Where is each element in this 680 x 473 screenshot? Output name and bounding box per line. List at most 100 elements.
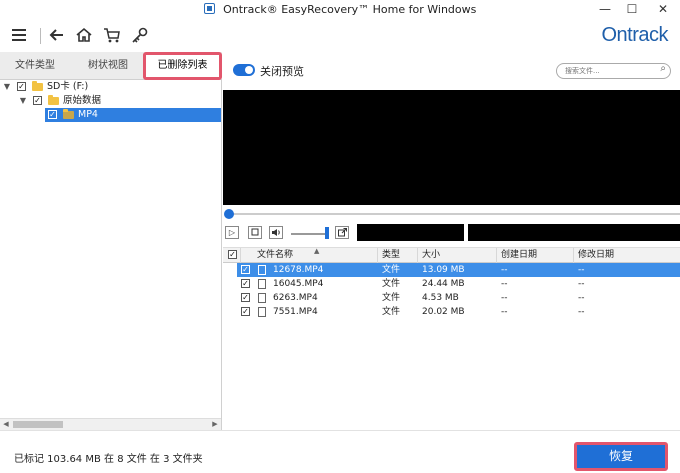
column-header-type[interactable]: 类型: [378, 248, 418, 263]
status-text: 已标记 103.64 MB 在 8 文件 在 3 文件夹: [14, 454, 203, 465]
preview-toggle[interactable]: [233, 64, 255, 76]
tree-item-raw-data[interactable]: ▼ ✓ 原始数据: [0, 94, 221, 108]
home-icon[interactable]: [74, 26, 94, 46]
sort-icon: ▲: [314, 247, 320, 255]
view-tabs: 文件类型 树状视图 已删除列表: [0, 52, 222, 80]
row-checkbox[interactable]: ✓: [241, 265, 250, 274]
cell-created: --: [501, 307, 508, 317]
search-box[interactable]: ⌕: [556, 63, 671, 79]
collapse-icon[interactable]: ▼: [18, 94, 28, 108]
volume-track[interactable]: [291, 233, 327, 235]
popout-icon[interactable]: [335, 226, 349, 239]
row-checkbox[interactable]: ✓: [241, 293, 250, 302]
volume-handle[interactable]: [325, 227, 329, 239]
table-row[interactable]: ✓ 12678.MP4 文件 13.09 MB -- --: [237, 263, 680, 277]
cell-type: 文件: [382, 293, 401, 303]
cell-size: 4.53 MB: [422, 293, 459, 303]
time-display: [357, 224, 464, 241]
tree-item-label: SD卡 (F:): [47, 81, 89, 92]
seek-bar[interactable]: [223, 209, 680, 219]
cell-size: 24.44 MB: [422, 279, 465, 289]
tree-item-mp4[interactable]: ✓ MP4: [45, 108, 221, 122]
tab-file-type[interactable]: 文件类型: [0, 52, 70, 80]
file-icon: [258, 293, 266, 303]
select-all-checkbox[interactable]: ✓: [228, 250, 237, 259]
key-icon[interactable]: [130, 26, 150, 46]
file-icon: [258, 265, 266, 275]
stop-icon[interactable]: [248, 226, 262, 239]
cell-size: 13.09 MB: [422, 265, 465, 275]
cell-name: 16045.MP4: [273, 279, 324, 289]
cell-name: 12678.MP4: [273, 265, 324, 275]
play-icon[interactable]: ▷: [225, 226, 239, 239]
toolbar: Ontrack: [0, 20, 680, 52]
horizontal-scrollbar[interactable]: ◀ ▶: [0, 418, 221, 430]
folder-icon: [32, 81, 43, 91]
search-icon[interactable]: ⌕: [660, 63, 666, 74]
window-title-wrap: Ontrack® EasyRecovery™ Home for Windows: [0, 3, 680, 16]
checkbox[interactable]: ✓: [48, 110, 57, 119]
maximize-button[interactable]: ☐: [617, 0, 647, 20]
tab-tree-view[interactable]: 树状视图: [73, 52, 143, 80]
tab-deleted-list[interactable]: 已删除列表: [143, 52, 222, 80]
column-header-modified[interactable]: 修改日期: [574, 248, 680, 263]
title-bar: Ontrack® EasyRecovery™ Home for Windows …: [0, 0, 680, 20]
collapse-icon[interactable]: ▼: [2, 80, 12, 94]
player-controls: ▷: [223, 224, 680, 242]
table-row[interactable]: ✓ 6263.MP4 文件 4.53 MB -- --: [237, 291, 680, 305]
cell-modified: --: [578, 279, 585, 289]
table-row[interactable]: ✓ 16045.MP4 文件 24.44 MB -- --: [237, 277, 680, 291]
footer: 已标记 103.64 MB 在 8 文件 在 3 文件夹 恢复: [0, 430, 680, 473]
toolbar-divider: [40, 28, 41, 44]
cell-size: 20.02 MB: [422, 307, 465, 317]
folder-icon: [48, 95, 59, 105]
row-checkbox[interactable]: ✓: [241, 279, 250, 288]
tree-item-label: 原始数据: [63, 95, 102, 106]
column-header-size[interactable]: 大小: [418, 248, 497, 263]
scrollbar-thumb[interactable]: [13, 421, 63, 428]
seek-handle[interactable]: [224, 209, 234, 219]
right-panel: 关闭预览 ⌕ ▷ ✓ 文件名称 ▲ 类型 大小: [223, 52, 680, 430]
checkbox[interactable]: ✓: [17, 82, 26, 91]
cart-icon[interactable]: [102, 26, 122, 46]
close-button[interactable]: ✕: [648, 0, 678, 20]
cell-type: 文件: [382, 307, 401, 317]
column-header-name[interactable]: 文件名称 ▲: [241, 247, 378, 263]
file-icon: [258, 307, 266, 317]
cell-created: --: [501, 265, 508, 275]
cell-type: 文件: [382, 279, 401, 289]
folder-tree: ▼ ✓ SD卡 (F:) ▼ ✓ 原始数据 ✓ MP4: [0, 80, 221, 122]
menu-icon[interactable]: [9, 26, 29, 46]
scroll-right-icon[interactable]: ▶: [209, 419, 221, 430]
cell-modified: --: [578, 265, 585, 275]
tree-item-label: MP4: [78, 109, 98, 120]
table-row[interactable]: ✓ 7551.MP4 文件 20.02 MB -- --: [237, 305, 680, 319]
restore-button[interactable]: 恢复: [574, 442, 668, 471]
checkbox[interactable]: ✓: [33, 96, 42, 105]
cell-modified: --: [578, 307, 585, 317]
scroll-left-icon[interactable]: ◀: [0, 419, 12, 430]
cell-modified: --: [578, 293, 585, 303]
row-checkbox[interactable]: ✓: [241, 307, 250, 316]
search-input[interactable]: [565, 65, 653, 77]
column-header-created[interactable]: 创建日期: [497, 248, 574, 263]
tree-item-sd-card[interactable]: ▼ ✓ SD卡 (F:): [0, 80, 221, 94]
app-logo-icon: [203, 3, 215, 14]
column-label: 文件名称: [257, 250, 294, 260]
seek-track[interactable]: [229, 213, 680, 215]
info-display: [468, 224, 680, 241]
volume-icon[interactable]: [269, 226, 283, 239]
preview-toggle-label: 关闭预览: [260, 65, 304, 78]
brand-logo: Ontrack: [601, 24, 668, 46]
cell-name: 7551.MP4: [273, 307, 318, 317]
select-all-checkbox-cell[interactable]: ✓: [223, 248, 241, 263]
cell-type: 文件: [382, 265, 401, 275]
back-icon[interactable]: [47, 26, 67, 46]
cell-created: --: [501, 293, 508, 303]
preview-bar: 关闭预览 ⌕: [223, 52, 680, 90]
cell-name: 6263.MP4: [273, 293, 318, 303]
file-icon: [258, 279, 266, 289]
minimize-button[interactable]: —: [590, 0, 620, 20]
table-header: ✓ 文件名称 ▲ 类型 大小 创建日期 修改日期: [223, 247, 680, 263]
window-title: Ontrack® EasyRecovery™ Home for Windows: [223, 3, 477, 16]
